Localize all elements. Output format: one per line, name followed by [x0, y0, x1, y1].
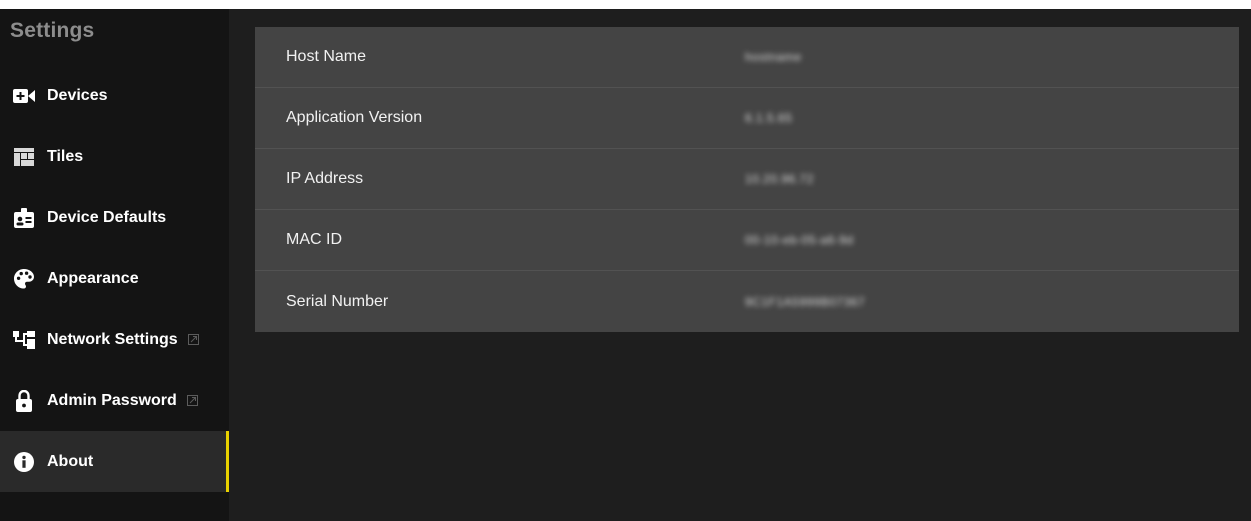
sidebar-title: Settings: [10, 19, 95, 42]
info-value: 6.1.5.65: [745, 111, 793, 125]
sidebar: Settings Devices Tiles Device Defaults A…: [0, 9, 229, 521]
sidebar-item-network-settings[interactable]: Network Settings: [0, 309, 229, 370]
lock-icon: [13, 389, 35, 412]
info-row-host-name: Host Name hostname: [255, 27, 1239, 88]
sidebar-item-label: Appearance: [47, 269, 139, 287]
info-value: 9C1F1A5999B07367: [745, 294, 866, 309]
sidebar-item-label: About: [47, 452, 94, 470]
external-link-icon: [187, 334, 199, 345]
badge-icon: [13, 207, 35, 229]
palette-icon: [13, 268, 35, 290]
info-value: 00-10-eb-05-a6-9d: [745, 233, 854, 247]
info-label: Serial Number: [286, 292, 389, 310]
about-info-panel: Host Name hostname Application Version 6…: [255, 27, 1239, 332]
sidebar-nav: Devices Tiles Device Defaults Appearance…: [0, 65, 229, 492]
grid-icon: [13, 146, 35, 168]
info-label: MAC ID: [286, 231, 342, 248]
sidebar-item-label: Network Settings: [47, 330, 178, 348]
info-label: Application Version: [286, 109, 423, 126]
sidebar-item-device-defaults[interactable]: Device Defaults: [0, 187, 229, 248]
info-row-application-version: Application Version 6.1.5.65: [255, 88, 1239, 149]
sidebar-item-devices[interactable]: Devices: [0, 65, 229, 126]
sidebar-item-label: Admin Password: [47, 391, 177, 409]
sidebar-item-label: Tiles: [47, 147, 84, 165]
info-row-mac-id: MAC ID 00-10-eb-05-a6-9d: [255, 210, 1239, 271]
sidebar-item-label: Devices: [47, 86, 108, 104]
info-value: 10.20.96.72: [745, 172, 814, 186]
video-plus-icon: [13, 85, 35, 107]
page: Settings Devices Tiles Device Defaults A…: [0, 0, 1251, 521]
sidebar-item-tiles[interactable]: Tiles: [0, 126, 229, 187]
info-label: Host Name: [286, 48, 367, 65]
info-row-serial-number: Serial Number 9C1F1A5999B07367: [255, 271, 1239, 332]
info-row-ip-address: IP Address 10.20.96.72: [255, 149, 1239, 210]
info-label: IP Address: [286, 170, 364, 187]
settings-app: Settings Devices Tiles Device Defaults A…: [0, 9, 1251, 521]
sidebar-item-label: Device Defaults: [47, 208, 167, 226]
network-icon: [13, 329, 35, 351]
sidebar-item-admin-password[interactable]: Admin Password: [0, 370, 229, 431]
sidebar-item-about[interactable]: About: [0, 431, 229, 492]
info-value: hostname: [745, 50, 802, 64]
info-icon: [13, 451, 35, 473]
external-link-icon: [186, 395, 198, 406]
sidebar-item-appearance[interactable]: Appearance: [0, 248, 229, 309]
